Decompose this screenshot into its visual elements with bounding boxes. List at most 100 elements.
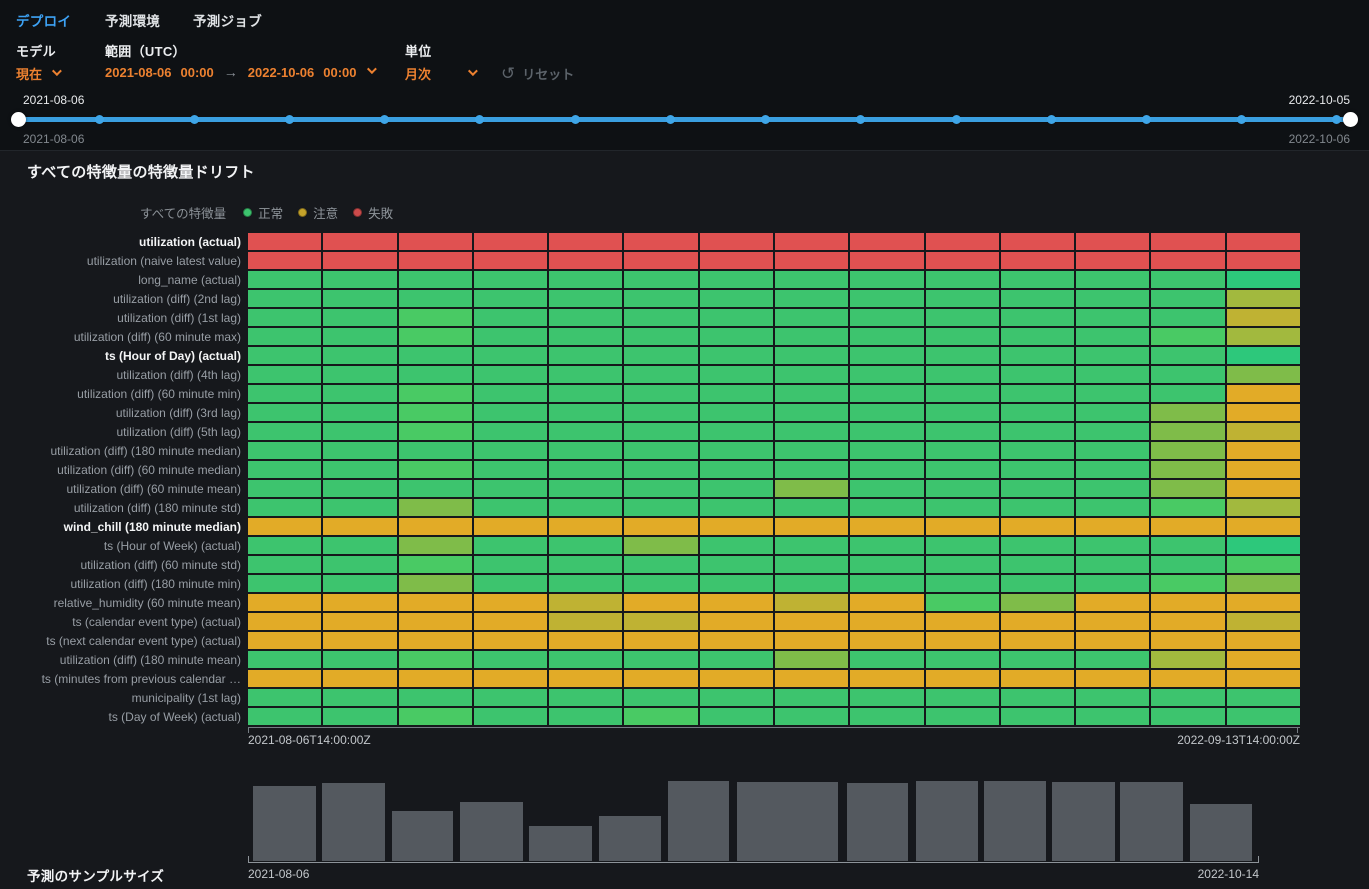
heatmap-cell[interactable] [624, 328, 697, 345]
heatmap-cell[interactable] [474, 708, 547, 725]
heatmap-cell[interactable] [1151, 366, 1224, 383]
heatmap-cell[interactable] [850, 670, 923, 687]
heatmap-cell[interactable] [549, 670, 622, 687]
heatmap-cell[interactable] [624, 290, 697, 307]
heatmap-cell[interactable] [1076, 575, 1149, 592]
heatmap-cell[interactable] [474, 309, 547, 326]
heatmap-cell[interactable] [1227, 556, 1300, 573]
heatmap-cell[interactable] [775, 670, 848, 687]
heatmap-cell[interactable] [700, 366, 773, 383]
heatmap-cell[interactable] [1001, 689, 1074, 706]
heatmap-cell[interactable] [1076, 480, 1149, 497]
heatmap-cell[interactable] [1076, 385, 1149, 402]
heatmap-cell[interactable] [775, 708, 848, 725]
heatmap-cell[interactable] [850, 328, 923, 345]
heatmap-cell[interactable] [624, 404, 697, 421]
heatmap-cell[interactable] [248, 480, 321, 497]
heatmap-cell[interactable] [1076, 290, 1149, 307]
heatmap-cell[interactable] [1076, 556, 1149, 573]
heatmap-cell[interactable] [474, 328, 547, 345]
slider-handle-start[interactable] [11, 112, 26, 127]
heatmap-cell[interactable] [549, 518, 622, 535]
heatmap-cell[interactable] [248, 328, 321, 345]
heatmap-cell[interactable] [248, 651, 321, 668]
heatmap-cell[interactable] [1001, 537, 1074, 554]
heatmap-cell[interactable] [474, 290, 547, 307]
heatmap-cell[interactable] [248, 442, 321, 459]
heatmap-cell[interactable] [1076, 613, 1149, 630]
heatmap-cell[interactable] [1076, 670, 1149, 687]
tab-deploy[interactable]: デプロイ [16, 10, 71, 30]
heatmap-cell[interactable] [926, 594, 999, 611]
heatmap-cell[interactable] [1227, 271, 1300, 288]
heatmap-cell[interactable] [1151, 461, 1224, 478]
heatmap-cell[interactable] [926, 423, 999, 440]
heatmap-cell[interactable] [1227, 632, 1300, 649]
heatmap-cell[interactable] [850, 366, 923, 383]
heatmap-cell[interactable] [926, 708, 999, 725]
heatmap-cell[interactable] [1001, 556, 1074, 573]
heatmap-cell[interactable] [1151, 233, 1224, 250]
heatmap-cell[interactable] [248, 594, 321, 611]
heatmap-cell[interactable] [1227, 594, 1300, 611]
heatmap-cell[interactable] [624, 575, 697, 592]
heatmap-cell[interactable] [248, 423, 321, 440]
heatmap-cell[interactable] [474, 556, 547, 573]
heatmap-cell[interactable] [323, 632, 396, 649]
heatmap-cell[interactable] [850, 632, 923, 649]
heatmap-cell[interactable] [1151, 651, 1224, 668]
heatmap-cell[interactable] [323, 442, 396, 459]
heatmap-cell[interactable] [700, 651, 773, 668]
heatmap-cell[interactable] [549, 309, 622, 326]
heatmap-cell[interactable] [399, 385, 472, 402]
heatmap-cell[interactable] [624, 366, 697, 383]
heatmap-cell[interactable] [323, 347, 396, 364]
heatmap-cell[interactable] [399, 461, 472, 478]
heatmap-cell[interactable] [700, 708, 773, 725]
heatmap-cell[interactable] [1001, 385, 1074, 402]
heatmap-cell[interactable] [323, 575, 396, 592]
heatmap-cell[interactable] [399, 423, 472, 440]
heatmap-cell[interactable] [248, 385, 321, 402]
heatmap-cell[interactable] [248, 575, 321, 592]
heatmap-cell[interactable] [775, 556, 848, 573]
heatmap-cell[interactable] [474, 613, 547, 630]
heatmap-cell[interactable] [323, 290, 396, 307]
heatmap-cell[interactable] [399, 632, 472, 649]
heatmap-cell[interactable] [1001, 499, 1074, 516]
heatmap-cell[interactable] [1076, 689, 1149, 706]
heatmap-cell[interactable] [850, 537, 923, 554]
heatmap-cell[interactable] [926, 632, 999, 649]
heatmap-cell[interactable] [700, 556, 773, 573]
heatmap-cell[interactable] [1151, 537, 1224, 554]
heatmap-cell[interactable] [474, 632, 547, 649]
heatmap-cell[interactable] [1001, 290, 1074, 307]
heatmap-cell[interactable] [926, 613, 999, 630]
heatmap-cell[interactable] [474, 423, 547, 440]
tab-prediction-jobs[interactable]: 予測ジョブ [193, 10, 262, 30]
heatmap-cell[interactable] [399, 689, 472, 706]
heatmap-cell[interactable] [1151, 252, 1224, 269]
heatmap-cell[interactable] [1076, 309, 1149, 326]
heatmap-cell[interactable] [1151, 670, 1224, 687]
heatmap-cell[interactable] [399, 290, 472, 307]
heatmap-cell[interactable] [549, 271, 622, 288]
heatmap-cell[interactable] [624, 271, 697, 288]
heatmap-cell[interactable] [700, 632, 773, 649]
heatmap-cell[interactable] [1001, 613, 1074, 630]
heatmap-cell[interactable] [549, 461, 622, 478]
sample-size-bar[interactable] [392, 811, 453, 861]
heatmap-cell[interactable] [1001, 233, 1074, 250]
heatmap-cell[interactable] [474, 518, 547, 535]
heatmap-cell[interactable] [700, 594, 773, 611]
heatmap-cell[interactable] [1227, 328, 1300, 345]
heatmap-cell[interactable] [926, 480, 999, 497]
heatmap-cell[interactable] [700, 404, 773, 421]
heatmap-cell[interactable] [549, 347, 622, 364]
heatmap-cell[interactable] [1227, 461, 1300, 478]
heatmap-cell[interactable] [1151, 347, 1224, 364]
heatmap-cell[interactable] [323, 480, 396, 497]
heatmap-cell[interactable] [323, 613, 396, 630]
heatmap-cell[interactable] [624, 594, 697, 611]
heatmap-cell[interactable] [549, 651, 622, 668]
